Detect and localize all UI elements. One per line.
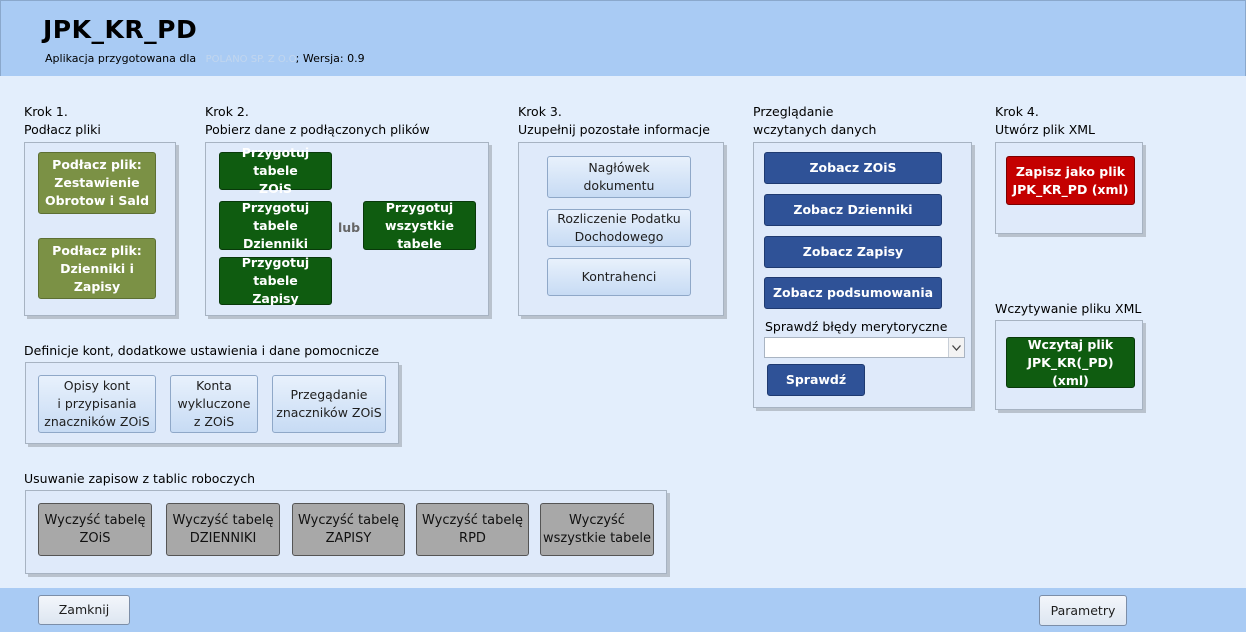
contractors-button[interactable]: Kontrahenci	[547, 258, 691, 296]
prepare-zois-button[interactable]: Przygotuj tabele ZOiS	[219, 145, 332, 196]
attach-dzienniki-button[interactable]: Podłacz plik: Dzienniki i Zapisy	[38, 238, 156, 299]
clear-all-button[interactable]: Wyczyść wszystkie tabele	[540, 503, 654, 556]
save-xml-button[interactable]: Zapisz jako plik JPK_KR_PD (xml)	[1006, 156, 1135, 205]
clear-zois-button[interactable]: Wyczyść tabelę ZOiS	[38, 503, 152, 556]
view-dzienniki-button[interactable]: Zobacz Dzienniki	[764, 194, 942, 226]
step3-subheading: Uzupełnij pozostałe informacje	[518, 122, 710, 137]
review-heading: Przeglądanie	[753, 104, 834, 119]
parameters-button[interactable]: Parametry	[1039, 595, 1127, 626]
clear-dzienniki-button[interactable]: Wyczyść tabelę DZIENNIKI	[166, 503, 280, 556]
step2-subheading: Pobierz dane z podłączonych plików	[205, 122, 430, 137]
app-title: JPK_KR_PD	[43, 15, 198, 44]
chevron-down-icon[interactable]	[948, 338, 964, 357]
cleanup-heading: Usuwanie zapisow z tablic roboczych	[24, 471, 256, 486]
definitions-heading: Definicje kont, dodatkowe ustawienia i d…	[24, 343, 380, 358]
step4-subheading: Utwórz plik XML	[995, 122, 1095, 137]
clear-rpd-button[interactable]: Wyczyść tabelę RPD	[416, 503, 529, 556]
prepare-zapisy-button[interactable]: Przygotuj tabele Zapisy	[219, 255, 332, 306]
check-errors-label: Sprawdź błędy merytoryczne	[765, 319, 948, 334]
load-xml-heading: Wczytywanie pliku XML	[995, 301, 1142, 316]
document-header-button[interactable]: Nagłówek dokumentu	[547, 156, 691, 198]
view-zois-button[interactable]: Zobacz ZOiS	[764, 152, 942, 184]
close-button[interactable]: Zamknij	[38, 595, 130, 625]
app-header: JPK_KR_PD Aplikacja przygotowana dla POL…	[0, 0, 1246, 76]
step4-heading: Krok 4.	[995, 104, 1039, 119]
browse-markers-button[interactable]: Przegądanie znaczników ZOiS	[272, 375, 386, 433]
clear-zapisy-button[interactable]: Wyczyść tabelę ZAPISY	[292, 503, 405, 556]
excluded-accounts-button[interactable]: Konta wykluczone z ZOiS	[170, 375, 258, 433]
step2-heading: Krok 2.	[205, 104, 249, 119]
company-name: POLANO SP. Z O.O.	[205, 54, 300, 65]
step1-subheading: Podłacz pliki	[24, 122, 101, 137]
check-button[interactable]: Sprawdź	[767, 364, 865, 396]
view-zapisy-button[interactable]: Zobacz Zapisy	[764, 236, 942, 268]
attach-zois-button[interactable]: Podłacz plik: Zestawienie Obrotow i Sald	[38, 152, 156, 214]
prepare-dzienniki-button[interactable]: Przygotuj tabele Dzienniki	[219, 200, 332, 251]
prepare-all-button[interactable]: Przygotuj wszystkie tabele	[363, 200, 476, 251]
version-text: ; Wersja: 0.9	[295, 52, 365, 65]
income-tax-button[interactable]: Rozliczenie Podatku Dochodowego	[547, 209, 691, 247]
account-descriptions-button[interactable]: Opisy kont i przypisania znaczników ZOiS	[38, 375, 156, 433]
app-subtitle: Aplikacja przygotowana dla POLANO SP. Z …	[45, 52, 365, 65]
check-errors-select[interactable]	[764, 337, 965, 358]
or-label: lub	[338, 220, 361, 235]
subtitle-prefix: Aplikacja przygotowana dla	[45, 52, 197, 65]
step1-heading: Krok 1.	[24, 104, 68, 119]
review-subheading: wczytanych danych	[753, 122, 877, 137]
step3-heading: Krok 3.	[518, 104, 562, 119]
view-summary-button[interactable]: Zobacz podsumowania	[764, 277, 942, 309]
load-xml-button[interactable]: Wczytaj plik JPK_KR(_PD) (xml)	[1006, 337, 1135, 388]
